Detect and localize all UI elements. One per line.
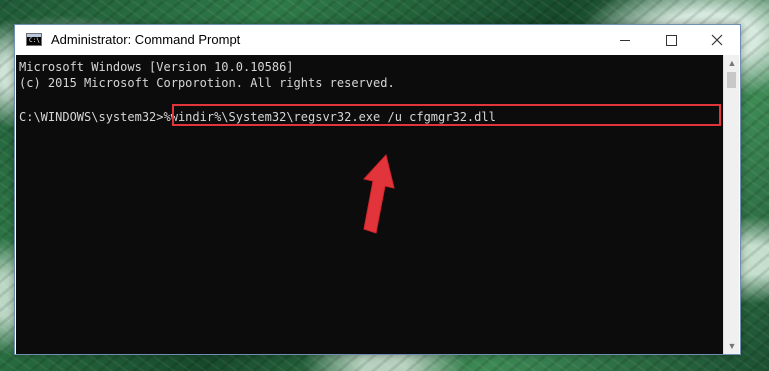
window-titlebar[interactable]: Administrator: Command Prompt <box>15 25 740 55</box>
minimize-icon <box>620 39 630 41</box>
red-arrow-icon <box>363 153 395 234</box>
maximize-icon <box>665 34 677 46</box>
version-line: Microsoft Windows [Version 10.0.10586] <box>19 60 294 74</box>
console-output-area[interactable]: Microsoft Windows [Version 10.0.10586] (… <box>16 55 725 354</box>
command-highlight-box <box>172 104 721 126</box>
scroll-up-arrow-icon[interactable]: ▲ <box>724 55 740 71</box>
scroll-down-arrow-icon[interactable]: ▼ <box>724 338 740 354</box>
window-title: Administrator: Command Prompt <box>51 32 241 47</box>
close-button[interactable] <box>694 25 740 55</box>
command-prompt-icon <box>26 33 42 46</box>
minimize-button[interactable] <box>602 25 648 55</box>
prompt-text: C:\WINDOWS\system32> <box>19 110 164 124</box>
copyright-line: (c) 2015 Microsoft Corporotion. All righ… <box>19 76 395 90</box>
command-prompt-window[interactable]: Administrator: Command Prompt Microsoft … <box>14 24 741 355</box>
scrollbar-thumb[interactable] <box>727 72 736 88</box>
vertical-scrollbar[interactable]: ▲ ▼ <box>723 55 739 354</box>
close-icon <box>711 34 723 46</box>
maximize-button[interactable] <box>648 25 694 55</box>
